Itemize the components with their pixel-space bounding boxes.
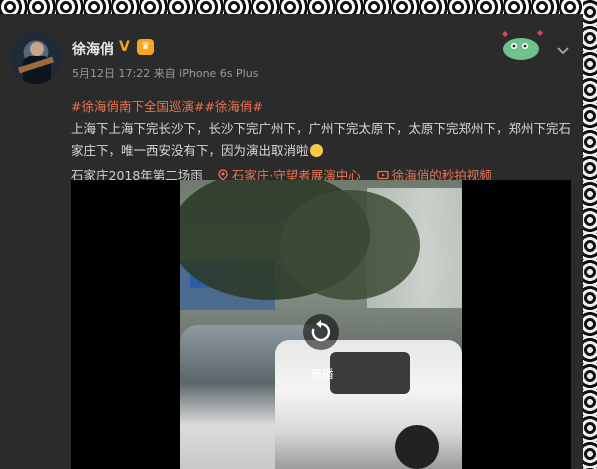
verified-icon: V	[119, 39, 130, 55]
chevron-down-icon[interactable]	[555, 42, 571, 58]
username-link[interactable]: 徐海俏	[72, 39, 114, 59]
replay-button[interactable]	[303, 314, 339, 350]
post-text: 上海下上海下完长沙下，长沙下完广州下，广州下完太原下，太原下完郑州下，郑州下完石…	[71, 121, 572, 158]
replay-icon	[311, 320, 331, 342]
member-badge-icon: ♛	[137, 39, 154, 55]
decorative-border-top	[0, 0, 597, 14]
post-meta: 5月12日 17:22 来自 iPhone 6s Plus	[72, 67, 259, 80]
sticker-icon	[502, 30, 543, 60]
avatar[interactable]	[10, 32, 62, 84]
topic-link[interactable]: #徐海俏南下全国巡演##徐海俏#	[71, 96, 263, 115]
weibo-post-card: 徐海俏 V ♛ 5月12日 17:22 来自 iPhone 6s Plus #徐…	[0, 14, 583, 469]
decorative-border-right	[583, 0, 597, 469]
replay-label[interactable]: 重播	[300, 366, 344, 382]
cat-emoji-icon	[309, 144, 323, 157]
video-player[interactable]: 重播	[71, 180, 571, 469]
